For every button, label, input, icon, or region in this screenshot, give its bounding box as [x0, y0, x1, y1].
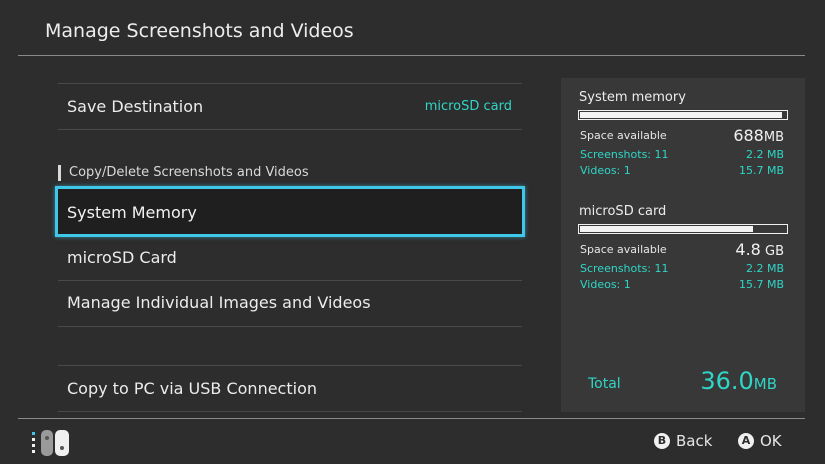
page-title: Manage Screenshots and Videos — [45, 20, 354, 42]
menu-item-microsd-card[interactable]: microSD Card — [58, 237, 522, 281]
menu-item-label: Manage Individual Images and Videos — [67, 293, 371, 312]
copy-usb-row[interactable]: Copy to PC via USB Connection — [58, 366, 522, 411]
sd-videos-row: Videos: 1 15.7 MB — [580, 278, 784, 291]
b-button-icon: B — [654, 433, 670, 449]
row-divider — [58, 326, 522, 327]
back-label: Back — [676, 432, 713, 450]
menu-item-label: microSD Card — [67, 248, 177, 267]
save-destination-row[interactable]: Save Destination microSD card — [58, 84, 522, 129]
screenshots-count: Screenshots: 11 — [580, 148, 669, 161]
menu-item-system-memory[interactable]: System Memory — [55, 186, 525, 237]
microsd-title: microSD card — [579, 204, 667, 219]
videos-count: Videos: 1 — [580, 164, 631, 177]
section-heading: Copy/Delete Screenshots and Videos — [58, 165, 309, 181]
footer-divider — [18, 418, 805, 419]
total-label: Total — [588, 376, 621, 392]
row-divider — [58, 129, 522, 130]
screenshots-size: 2.2 MB — [745, 148, 784, 161]
videos-count: Videos: 1 — [580, 278, 631, 291]
total-value: 36.0MB — [700, 367, 777, 395]
storage-panel: System memory Space available 688MB Scre… — [561, 78, 805, 412]
screenshots-size: 2.2 MB — [745, 262, 784, 275]
space-label: Space available — [580, 243, 667, 256]
screenshots-count: Screenshots: 11 — [580, 262, 669, 275]
menu-item-label: System Memory — [67, 203, 197, 222]
system-screenshots-row: Screenshots: 11 2.2 MB — [580, 148, 784, 161]
system-videos-row: Videos: 1 15.7 MB — [580, 164, 784, 177]
joy-con-icon — [32, 428, 74, 462]
videos-size: 15.7 MB — [738, 164, 784, 177]
space-value: 4.8 GB — [735, 240, 784, 259]
system-memory-usage-bar — [578, 110, 788, 120]
space-value: 688MB — [733, 126, 784, 145]
sd-screenshots-row: Screenshots: 11 2.2 MB — [580, 262, 784, 275]
header-divider — [18, 55, 805, 56]
save-destination-label: Save Destination — [67, 97, 204, 116]
usage-bar-fill — [580, 226, 753, 232]
save-destination-value: microSD card — [424, 99, 512, 114]
ok-button[interactable]: A OK — [738, 432, 782, 450]
usage-bar-fill — [580, 112, 782, 118]
a-button-icon: A — [738, 433, 754, 449]
menu-item-manage-individual[interactable]: Manage Individual Images and Videos — [58, 281, 522, 326]
system-memory-title: System memory — [579, 90, 686, 105]
space-label: Space available — [580, 129, 667, 142]
microsd-usage-bar — [578, 224, 788, 234]
ok-label: OK — [760, 432, 782, 450]
videos-size: 15.7 MB — [738, 278, 784, 291]
row-divider — [58, 411, 522, 412]
copy-usb-label: Copy to PC via USB Connection — [67, 379, 317, 398]
back-button[interactable]: B Back — [654, 432, 712, 450]
